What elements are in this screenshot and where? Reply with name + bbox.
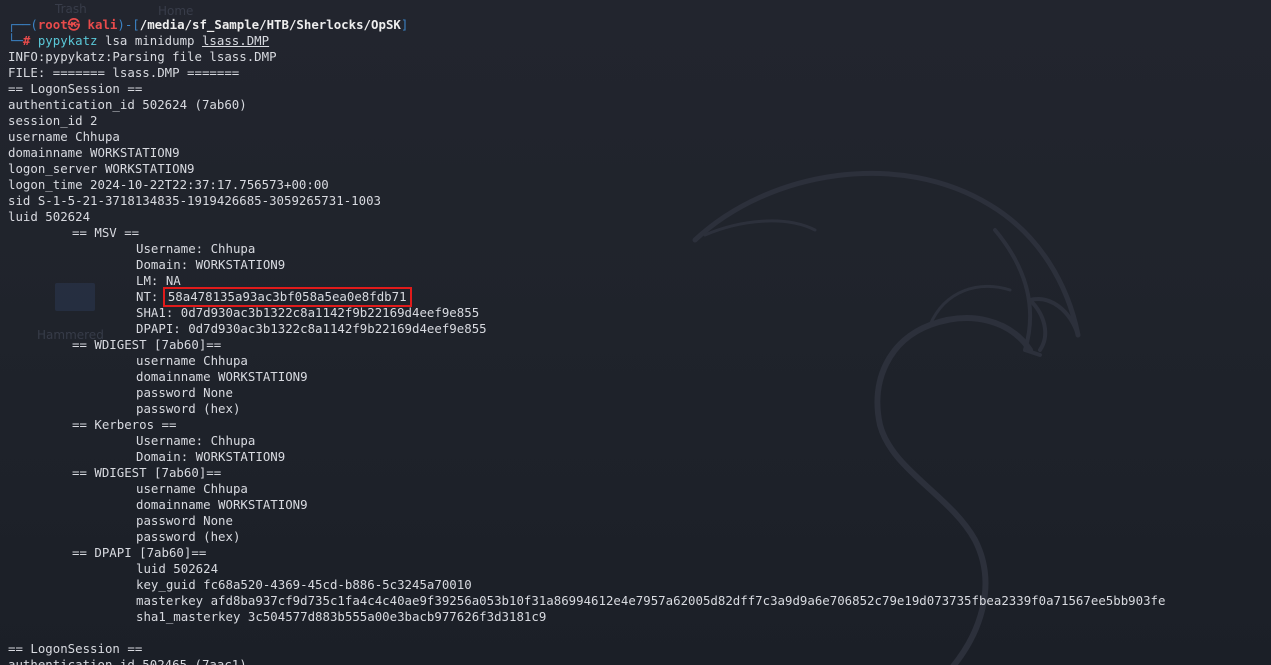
file-header-line: FILE: ======= lsass.DMP ======= bbox=[8, 65, 240, 80]
msv-header: == MSV == bbox=[72, 225, 140, 240]
msv-domain-line: Domain: WORKSTATION9 bbox=[136, 257, 286, 272]
command-line[interactable]: └─# pypykatz lsa minidump lsass.DMP bbox=[8, 33, 1165, 49]
luid-line: luid 502624 bbox=[8, 209, 91, 224]
wdigest2-password-line: password None bbox=[136, 513, 233, 528]
msv-dpapi-line: DPAPI: 0d7d930ac3b1322c8a1142f9b22169d4e… bbox=[136, 321, 487, 336]
prompt-bracket-mid: )-[ bbox=[117, 17, 140, 32]
kerberos-domain-line: Domain: WORKSTATION9 bbox=[136, 449, 286, 464]
msv-sha1-line: SHA1: 0d7d930ac3b1322c8a1142f9b22169d4ee… bbox=[136, 305, 480, 320]
prompt-bracket-end: ] bbox=[400, 17, 409, 32]
msv-nt-line: NT: 58a478135a93ac3bf058a5ea0e8fdb71 bbox=[8, 287, 1165, 307]
domainname-line: domainname WORKSTATION9 bbox=[8, 145, 180, 160]
sid-line: sid S-1-5-21-3718134835-1919426685-30592… bbox=[8, 193, 381, 208]
command-args: lsa minidump bbox=[97, 33, 202, 48]
wdigest-username-line: username Chhupa bbox=[136, 353, 248, 368]
logon-time-line: logon_time 2024-10-22T22:37:17.756573+00… bbox=[8, 177, 329, 192]
wdigest2-username-line: username Chhupa bbox=[136, 481, 248, 496]
msv-username-line: Username: Chhupa bbox=[136, 241, 256, 256]
logon-session-header: == LogonSession == bbox=[8, 81, 143, 96]
wdigest-header-2: == WDIGEST [7ab60]== bbox=[72, 465, 222, 480]
prompt-corner-top: ┌──( bbox=[8, 17, 38, 32]
logon-session-header-2: == LogonSession == bbox=[8, 641, 143, 656]
kerberos-header: == Kerberos == bbox=[72, 417, 177, 432]
command-file-arg: lsass.DMP bbox=[201, 33, 270, 48]
dpapi-luid-line: luid 502624 bbox=[136, 561, 219, 576]
authentication-id-line: authentication_id 502624 (7ab60) bbox=[8, 97, 247, 112]
wdigest2-password-hex-line: password (hex) bbox=[136, 529, 241, 544]
wdigest-header: == WDIGEST [7ab60]== bbox=[72, 337, 222, 352]
prompt-corner-bottom: └─ bbox=[8, 33, 23, 48]
logon-server-line: logon_server WORKSTATION9 bbox=[8, 161, 195, 176]
terminal-window[interactable]: Trash Home Hammered ┌──(root㉿ kali)-[/me… bbox=[0, 0, 1271, 665]
prompt-hash: # bbox=[22, 33, 38, 48]
prompt-line: ┌──(root㉿ kali)-[/media/sf_Sample/HTB/Sh… bbox=[8, 17, 1165, 33]
desktop-trash-ghost: Trash bbox=[55, 2, 87, 16]
username-line: username Chhupa bbox=[8, 129, 120, 144]
terminal-output: ┌──(root㉿ kali)-[/media/sf_Sample/HTB/Sh… bbox=[8, 17, 1165, 665]
msv-nt-label: NT: bbox=[136, 289, 166, 304]
info-line: INFO:pypykatz:Parsing file lsass.DMP bbox=[8, 49, 277, 64]
wdigest-password-hex-line: password (hex) bbox=[136, 401, 241, 416]
wdigest2-domainname-line: domainname WORKSTATION9 bbox=[136, 497, 308, 512]
session-id-line: session_id 2 bbox=[8, 113, 98, 128]
prompt-user: root㉿ kali bbox=[37, 17, 118, 32]
dpapi-header: == DPAPI [7ab60]== bbox=[72, 545, 207, 560]
kerberos-username-line: Username: Chhupa bbox=[136, 433, 256, 448]
command-name: pypykatz bbox=[37, 33, 98, 48]
dpapi-key-guid-line: key_guid fc68a520-4369-45cd-b886-5c3245a… bbox=[136, 577, 472, 592]
dpapi-masterkey-line: masterkey afd8ba937cf9d735c1fa4c4c40ae9f… bbox=[136, 593, 1166, 608]
wdigest-domainname-line: domainname WORKSTATION9 bbox=[136, 369, 308, 384]
prompt-path: /media/sf_Sample/HTB/Sherlocks/OpSK bbox=[139, 17, 401, 32]
authentication-id-line-2: authentication_id 502465 (7aac1) bbox=[8, 657, 247, 665]
dpapi-sha1-masterkey-line: sha1_masterkey 3c504577d883b555a00e3bacb… bbox=[136, 609, 547, 624]
nt-hash-highlight: 58a478135a93ac3bf058a5ea0e8fdb71 bbox=[162, 287, 412, 307]
wdigest-password-line: password None bbox=[136, 385, 233, 400]
desktop-home-ghost: Home bbox=[158, 4, 194, 18]
